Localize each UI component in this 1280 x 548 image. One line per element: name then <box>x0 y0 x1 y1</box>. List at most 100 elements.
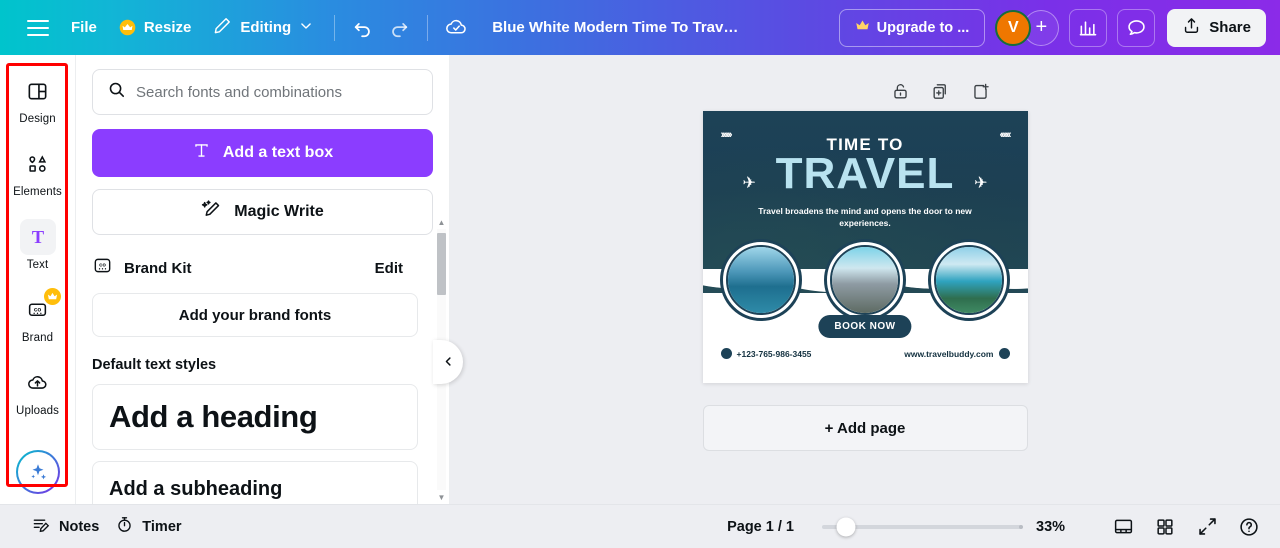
design-title-large: TRAVEL <box>775 149 955 198</box>
sidebar-item-text[interactable]: T Text <box>7 213 69 278</box>
zoom-slider[interactable] <box>822 517 1023 536</box>
timer-label: Timer <box>142 518 182 535</box>
expand-arrows-icon[interactable] <box>1190 510 1224 544</box>
cloud-upload-icon <box>20 365 56 401</box>
phone-icon <box>720 348 732 359</box>
design-canvas-page[interactable]: ›››››› ‹‹‹‹‹‹ ✈ ✈ TIME TO TRAVEL Travel … <box>702 111 1028 383</box>
design-website: www.travelbuddy.com <box>904 348 1010 359</box>
default-text-styles-label: Default text styles <box>92 357 217 373</box>
sidebar-item-label: Design <box>19 113 56 126</box>
caret-up-icon[interactable]: ▲ <box>434 215 449 229</box>
left-tool-rail: Design Elements T Text co Brand Uploads <box>0 55 76 504</box>
resize-label: Resize <box>143 19 192 36</box>
sidebar-item-label: Uploads <box>16 404 59 417</box>
help-question-icon[interactable] <box>1232 510 1266 544</box>
insights-bar-chart-icon[interactable] <box>1069 8 1108 47</box>
share-upload-icon <box>1182 16 1201 39</box>
timer-button[interactable]: Timer <box>107 510 189 543</box>
magic-write-label: Magic Write <box>234 203 324 220</box>
crown-icon <box>855 18 870 37</box>
text-side-panel: Add a text box Magic Write co Brand Kit … <box>76 55 450 504</box>
redo-icon[interactable] <box>381 10 417 46</box>
pencil-icon <box>213 16 232 39</box>
document-title[interactable]: Blue White Modern Time To Travel... <box>484 13 754 42</box>
sidebar-item-label: Elements <box>13 186 62 199</box>
design-footer: +123-765-986-3455 www.travelbuddy.com <box>720 348 1010 359</box>
notes-label: Notes <box>59 518 100 535</box>
crown-icon <box>43 287 61 305</box>
editing-mode-button[interactable]: Editing <box>202 11 324 45</box>
unlock-icon[interactable] <box>888 79 912 103</box>
design-phone: +123-765-986-3455 <box>720 348 812 359</box>
sidebar-item-uploads[interactable]: Uploads <box>7 358 69 423</box>
canvas-area: ›››››› ‹‹‹‹‹‹ ✈ ✈ TIME TO TRAVEL Travel … <box>450 55 1280 504</box>
brand-kit-title: Brand Kit <box>124 259 192 277</box>
avatar[interactable]: V <box>995 9 1032 46</box>
scrollbar-thumb[interactable] <box>437 233 446 295</box>
search-input-wrapper[interactable] <box>92 69 433 115</box>
crown-icon <box>119 19 136 36</box>
header-divider-2 <box>427 14 429 41</box>
sidebar-item-design[interactable]: Design <box>7 67 69 132</box>
photo-circle-3 <box>928 239 1010 321</box>
upgrade-button[interactable]: Upgrade to ... <box>838 8 986 47</box>
undo-icon[interactable] <box>345 10 381 46</box>
design-cta-button: BOOK NOW <box>818 315 912 338</box>
photo-circle-1 <box>720 239 802 321</box>
canva-editor-window: File Resize Editing Blue White Modern Ti… <box>0 0 1280 548</box>
sidebar-item-elements[interactable]: Elements <box>7 140 69 205</box>
share-label: Share <box>1209 19 1251 36</box>
magic-sparkle-icon[interactable] <box>16 450 60 494</box>
design-phone-text: +123-765-986-3455 <box>736 348 812 359</box>
add-text-box-button[interactable]: Add a text box <box>92 129 433 177</box>
editing-label: Editing <box>240 19 292 36</box>
globe-icon <box>998 348 1010 359</box>
zoom-value: 33% <box>1036 518 1066 535</box>
file-menu-button[interactable]: File <box>60 11 108 45</box>
brand-kit-row: co Brand Kit Edit <box>92 255 433 281</box>
page-view-icon[interactable] <box>1106 510 1140 544</box>
footer-view-tools <box>1098 510 1266 544</box>
zoom-slider-thumb[interactable] <box>836 517 856 536</box>
timer-icon <box>115 515 134 538</box>
svg-text:co: co <box>34 307 42 314</box>
brand-kit-edit-button[interactable]: Edit <box>375 260 429 277</box>
shapes-elements-icon <box>20 146 56 182</box>
grid-view-icon[interactable] <box>1148 510 1182 544</box>
zoom-controls: 33% <box>822 517 1074 536</box>
header-divider <box>334 14 336 41</box>
search-icon <box>107 80 126 104</box>
caret-down-icon[interactable]: ▼ <box>434 490 449 504</box>
text-style-subheading[interactable]: Add a subheading <box>92 461 418 504</box>
chevron-down-icon <box>299 19 313 37</box>
add-text-box-label: Add a text box <box>222 144 334 161</box>
add-page-icon[interactable] <box>968 79 992 103</box>
search-input[interactable] <box>136 83 418 101</box>
bottom-toolbar: Notes Timer Page 1 / 1 33% <box>0 504 1280 548</box>
brand-kit-icon: co <box>20 287 61 328</box>
text-style-heading[interactable]: Add a heading <box>92 384 418 450</box>
resize-button[interactable]: Resize <box>108 11 203 45</box>
brand-kit-icon: co <box>92 255 113 281</box>
sidebar-item-brand[interactable]: co Brand <box>7 285 69 350</box>
file-menu-label: File <box>71 19 97 36</box>
share-button[interactable]: Share <box>1167 8 1266 47</box>
notes-button[interactable]: Notes <box>24 510 107 543</box>
cloud-saved-icon[interactable] <box>438 10 474 46</box>
panel-content: Add a text box Magic Write co Brand Kit … <box>76 55 449 504</box>
layout-design-icon <box>20 73 56 109</box>
upgrade-label: Upgrade to ... <box>876 19 970 36</box>
hamburger-menu-icon[interactable] <box>16 6 60 50</box>
add-brand-fonts-button[interactable]: Add your brand fonts <box>92 293 418 337</box>
collaborators: V + <box>995 9 1060 46</box>
magic-write-button[interactable]: Magic Write <box>92 189 433 235</box>
sidebar-item-label: Text <box>26 259 49 272</box>
duplicate-page-icon[interactable] <box>928 79 952 103</box>
photo-circle-2 <box>824 239 906 321</box>
add-page-button[interactable]: + Add page <box>702 405 1028 451</box>
design-subtitle: Travel broadens the mind and opens the d… <box>758 206 972 229</box>
svg-text:T: T <box>31 227 43 247</box>
page-indicator: Page 1 / 1 <box>727 518 794 535</box>
text-t-icon: T <box>19 219 56 256</box>
comment-bubble-icon[interactable] <box>1117 8 1156 47</box>
